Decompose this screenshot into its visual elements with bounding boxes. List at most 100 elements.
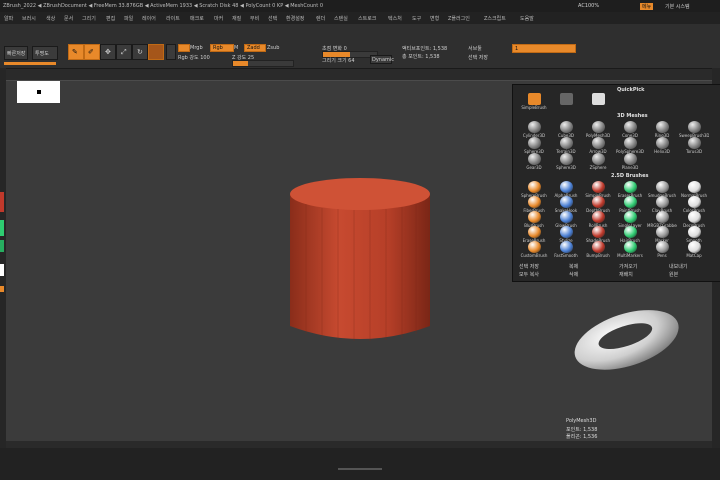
menu-9[interactable]: 매크로	[190, 15, 204, 22]
title-text: ZBrush_2022 ◀ ZBrushDocument ◀ FreeMem 3…	[3, 3, 324, 9]
menu-21[interactable]: Z플러그인	[448, 15, 470, 22]
menu-5[interactable]: 편집	[106, 15, 115, 22]
menu-16[interactable]: 스텐실	[334, 15, 348, 22]
mesh-item-4[interactable]: Ring3D	[647, 121, 677, 138]
polys-count: 폴리곤: 1,536	[566, 434, 598, 440]
color-swatch-orange[interactable]	[0, 286, 4, 292]
zsub-toggle[interactable]: Zsub	[267, 45, 279, 51]
mesh-item-2[interactable]: PolyMesh3D	[583, 121, 613, 138]
brush-item-25[interactable]: FastSmooth	[551, 241, 581, 258]
mesh-item-10[interactable]: Helix3D	[647, 137, 677, 154]
mesh-item-0[interactable]: Cylinder3D	[519, 121, 549, 138]
brush-item-28[interactable]: Pens	[647, 241, 677, 258]
menu-3[interactable]: 문서	[64, 15, 73, 22]
menu-8[interactable]: 라이트	[166, 15, 180, 22]
section-3d-meshes: 3D Meshes	[617, 113, 648, 119]
brush-item-26[interactable]: BumpBrush	[583, 241, 613, 258]
sphere-icon[interactable]	[166, 44, 176, 60]
mesh-name: PolyMesh3D	[566, 418, 597, 424]
draw-mode-button[interactable]: ✐	[84, 44, 100, 60]
mesh-item-13[interactable]: Sphere3D	[551, 153, 581, 170]
mesh-item-6[interactable]: Sphere3D	[519, 137, 549, 154]
document-thumbnail[interactable]	[17, 81, 60, 103]
quicksave-button[interactable]: 빠른저장	[4, 46, 28, 60]
quickpick-slot-3[interactable]	[583, 93, 613, 105]
torus-mesh[interactable]	[568, 296, 684, 380]
mesh-item-12[interactable]: Gear3D	[519, 153, 549, 170]
color-swatch-white[interactable]	[0, 264, 4, 276]
footer-button-2[interactable]: 가져오기	[619, 263, 637, 270]
mesh-item-15[interactable]: Plane3D	[615, 153, 645, 170]
menu-6[interactable]: 파일	[124, 15, 133, 22]
mrgb-label: Mrgb	[190, 45, 203, 51]
brush-item-27[interactable]: MultiMarkers	[615, 241, 645, 258]
mesh-item-7[interactable]: Terrain3D	[551, 137, 581, 154]
footer-button-6[interactable]: 재배치	[619, 271, 633, 278]
brush-item-24[interactable]: CustomBrush	[519, 241, 549, 258]
subtool-label: 서브툴	[468, 46, 482, 52]
footer-button-7[interactable]: 원본	[669, 271, 678, 278]
rgb-toggle[interactable]: Rgb	[210, 44, 234, 52]
simplebrush-item[interactable]: SimpleBrush	[519, 93, 549, 110]
m-label[interactable]: M	[234, 45, 238, 51]
menu-10[interactable]: 마커	[214, 15, 223, 22]
mesh-item-14[interactable]: ZSphere	[583, 153, 613, 170]
scroll-handle[interactable]	[338, 468, 382, 470]
title-bar: ZBrush_2022 ◀ ZBrushDocument ◀ FreeMem 3…	[0, 0, 720, 12]
menu-11[interactable]: 재질	[232, 15, 241, 22]
ac-label[interactable]: AC100%	[578, 3, 599, 9]
menu-12[interactable]: 무비	[250, 15, 259, 22]
z-intensity-slider[interactable]	[232, 60, 294, 67]
menu-15[interactable]: 렌더	[316, 15, 325, 22]
menu-1[interactable]: 브러시	[22, 15, 36, 22]
subtool-info-label: 선택 저장	[468, 55, 488, 61]
mrgb-toggle[interactable]	[178, 44, 190, 52]
menu-18[interactable]: 텍스처	[388, 15, 402, 22]
mesh-item-3[interactable]: Cone3D	[615, 121, 645, 138]
menu-20[interactable]: 변형	[430, 15, 439, 22]
menu-14[interactable]: 환경설정	[286, 15, 304, 22]
points-count: 포인트: 1,538	[566, 427, 598, 433]
menu-13[interactable]: 선택	[268, 15, 277, 22]
rotate-mode-button[interactable]: ↻	[132, 44, 148, 60]
footer-button-5[interactable]: 삭제	[569, 271, 578, 278]
menu-22[interactable]: Z스크립트	[484, 15, 506, 22]
quickpick-header: QuickPick	[617, 87, 645, 93]
scale-mode-button[interactable]: ⤢	[116, 44, 132, 60]
footer-button-0[interactable]: 선택 저장	[519, 263, 539, 270]
zadd-toggle[interactable]: Zadd	[244, 44, 266, 52]
quickpick-slot-2[interactable]	[551, 93, 581, 105]
menu-2[interactable]: 색상	[46, 15, 55, 22]
menu-7[interactable]: 레이어	[142, 15, 156, 22]
color-swatch-red[interactable]	[0, 192, 4, 212]
mesh-item-1[interactable]: Cube3D	[551, 121, 581, 138]
menu-0[interactable]: 알파	[4, 15, 13, 22]
menu-19[interactable]: 도구	[412, 15, 421, 22]
progress-bar	[4, 62, 56, 65]
color-swatch-green[interactable]	[0, 220, 4, 236]
material-button[interactable]	[148, 44, 164, 60]
dynamic-button[interactable]: Dynamic	[370, 55, 394, 64]
main-toolbar: 빠른저장 투명도 ✎ ✐ ✥ ⤢ ↻ Mrgb Rgb Rgb 강도 100 M…	[0, 24, 720, 69]
default-system-label[interactable]: 기본 시스템	[665, 3, 690, 10]
mesh-item-11[interactable]: Torus3D	[679, 137, 709, 154]
color-swatch-darkgreen[interactable]	[0, 240, 4, 252]
menu-17[interactable]: 스트로크	[358, 15, 376, 22]
footer-button-3[interactable]: 내보내기	[669, 263, 687, 270]
section-25d-brushes: 2.5D Brushes	[611, 173, 649, 179]
move-mode-button[interactable]: ✥	[100, 44, 116, 60]
mesh-item-9[interactable]: PolySphere3D	[615, 137, 645, 154]
footer-button-1[interactable]: 복제	[569, 263, 578, 270]
brush-item-29[interactable]: MatCap	[679, 241, 709, 258]
footer-button-4[interactable]: 모두 복사	[519, 271, 539, 278]
menu-4[interactable]: 그리기	[82, 15, 96, 22]
menu-button[interactable]: 메뉴	[640, 3, 654, 10]
subtool-slider[interactable]: 1	[512, 44, 576, 53]
transparency-button[interactable]: 투명도	[32, 46, 58, 60]
edit-mode-button[interactable]: ✎	[68, 44, 84, 60]
menu-23[interactable]: 도움말	[520, 15, 534, 22]
mesh-item-8[interactable]: Arrow3D	[583, 137, 613, 154]
cylinder-mesh[interactable]	[286, 176, 434, 350]
mesh-item-5[interactable]: SweepBrush3D	[679, 121, 709, 138]
draw-size-label: 그리기 크기 64	[322, 58, 355, 64]
